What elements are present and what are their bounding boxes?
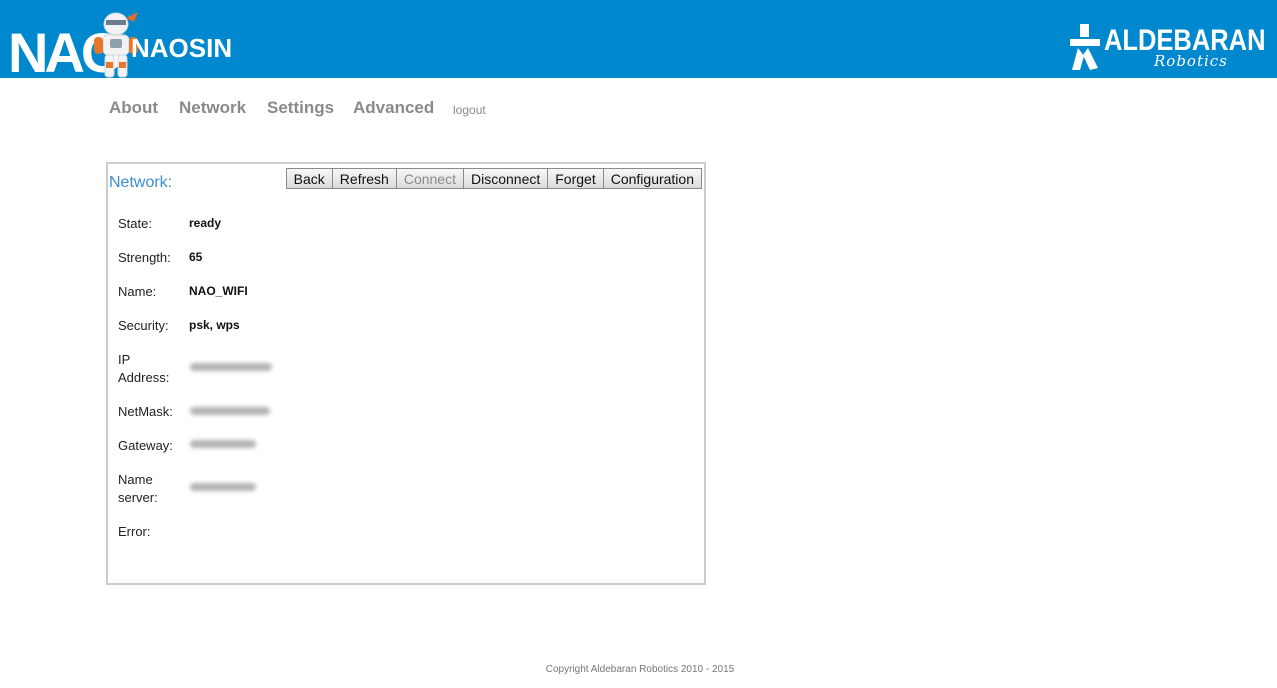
nameserver-value-redacted xyxy=(190,483,256,491)
security-label: Security: xyxy=(118,318,169,333)
disconnect-button[interactable]: Disconnect xyxy=(462,168,549,189)
footer-copyright: Copyright Aldebaran Robotics 2010 - 2015 xyxy=(545,664,735,675)
network-panel: Network: Back Refresh Connect Disconnect… xyxy=(106,162,706,585)
app-name: NAOSIN xyxy=(131,33,233,63)
strength-label: Strength: xyxy=(118,250,171,265)
gateway-label: Gateway: xyxy=(118,438,173,453)
network-toolbar: Back Refresh Connect Disconnect Forget C… xyxy=(285,168,702,189)
nameserver-label: Name server: xyxy=(118,472,158,505)
ip-address-label: IP Address: xyxy=(118,352,170,385)
netmask-value-redacted xyxy=(190,407,270,415)
brand-subtext: Robotics xyxy=(1154,52,1228,70)
back-button[interactable]: Back xyxy=(285,168,333,189)
configuration-button[interactable]: Configuration xyxy=(602,168,702,189)
nav-network[interactable]: Network xyxy=(179,98,246,118)
nav-advanced[interactable]: Advanced xyxy=(353,98,434,118)
aldebaran-logo[interactable]: ALDEBARAN Robotics xyxy=(1068,22,1266,72)
nav-about[interactable]: About xyxy=(109,98,158,118)
refresh-button[interactable]: Refresh xyxy=(331,168,397,189)
nao-logo[interactable]: NAO xyxy=(8,12,138,81)
nav-logout[interactable]: logout xyxy=(453,103,486,117)
gateway-value-redacted xyxy=(190,440,256,448)
panel-title: Network: xyxy=(109,174,173,191)
nav-settings[interactable]: Settings xyxy=(267,98,334,118)
name-label: Name: xyxy=(118,284,157,299)
error-label: Error: xyxy=(118,524,151,539)
ip-address-value-redacted xyxy=(190,363,272,371)
header-bar: NAO NAOSIN ALDEBARAN Robotics xyxy=(0,0,1277,81)
name-value: NAO_WIFI xyxy=(189,284,248,298)
aldebaran-mark-icon xyxy=(1070,24,1100,70)
state-value: ready xyxy=(189,216,222,230)
state-label: State: xyxy=(118,216,152,231)
forget-button[interactable]: Forget xyxy=(547,168,604,189)
security-value: psk, wps xyxy=(189,318,240,332)
netmask-label: NetMask: xyxy=(118,404,173,419)
strength-value: 65 xyxy=(189,250,203,264)
connect-button: Connect xyxy=(395,168,464,189)
